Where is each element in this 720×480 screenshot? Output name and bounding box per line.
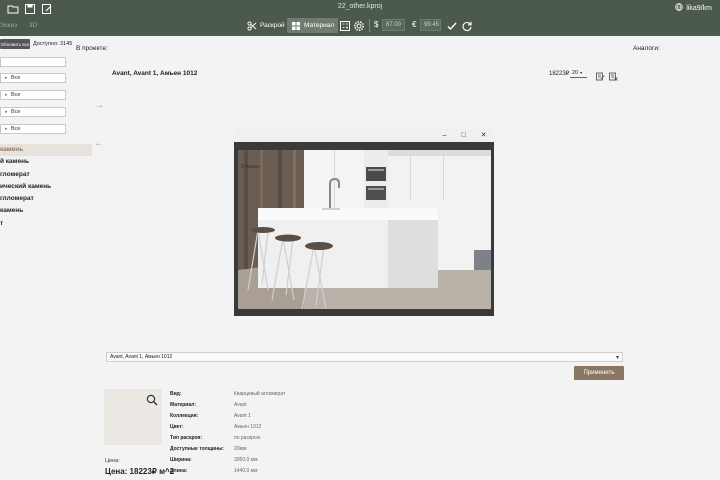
- apply-button[interactable]: Применить: [574, 366, 624, 380]
- chevron-icon: ▸: [5, 75, 8, 81]
- eur-rate-input[interactable]: 99.45: [420, 19, 441, 31]
- check-icon[interactable]: [446, 20, 458, 32]
- search-input[interactable]: [0, 57, 66, 67]
- product-select[interactable]: Avant, Avant 1, Амьен 1012 ▾: [106, 352, 623, 362]
- property-row: Длина: 1440.0 мм: [170, 466, 285, 477]
- filter-select-4-value: Все: [11, 126, 21, 132]
- property-key: Доступные толщины:: [170, 446, 224, 452]
- globe-icon: [675, 3, 684, 13]
- property-value: по раскрою: [234, 435, 261, 441]
- filter-select-3-value: Все: [11, 109, 21, 115]
- calculator-icon[interactable]: [339, 20, 351, 32]
- close-icon[interactable]: ✕: [479, 131, 488, 140]
- category-item[interactable]: й камень: [0, 156, 92, 168]
- price-per-m2: Цена: 18223₽ м^2: [105, 467, 175, 476]
- filter-select-2[interactable]: ▸ Все: [0, 90, 66, 100]
- edit-list-icon[interactable]: [596, 68, 605, 81]
- user-menu[interactable]: lika9/km: [675, 3, 712, 13]
- arrow-left-icon[interactable]: ←: [94, 138, 104, 149]
- property-key: Вид:: [170, 391, 182, 397]
- property-row: Материал: Avant: [170, 400, 285, 411]
- material-button[interactable]: Материал: [287, 18, 339, 33]
- delete-list-icon[interactable]: [609, 68, 618, 81]
- refresh-all-tooltip: Обновить все: [0, 39, 30, 49]
- usd-rate-input[interactable]: 87.00: [382, 19, 405, 31]
- category-item[interactable]: ический камень: [0, 181, 92, 193]
- quantity-value: 20: [572, 69, 579, 76]
- product-select-value: Avant, Avant 1, Амьен 1012: [110, 354, 173, 360]
- property-row: Доступные толщины: 20мм: [170, 444, 285, 455]
- image-viewer-window: – □ ✕ 2 Амьен ›: [234, 129, 494, 316]
- property-key: Тип раскроя:: [170, 435, 203, 441]
- category-item[interactable]: гломерат: [0, 169, 92, 181]
- grid-icon: [292, 21, 300, 30]
- filter-select-2-value: Все: [11, 92, 21, 98]
- window-titlebar: – □ ✕: [234, 129, 494, 142]
- minimize-icon[interactable]: –: [440, 131, 449, 140]
- property-value: Avant: [234, 402, 247, 408]
- property-row: Тип раскроя: по раскрою: [170, 433, 285, 444]
- product-price: 18223₽: [549, 71, 570, 77]
- property-key: Ширина:: [170, 457, 192, 463]
- chevron-icon: ▸: [5, 92, 8, 98]
- category-list: камень й камень гломерат ический камень …: [0, 144, 92, 230]
- category-item[interactable]: т: [0, 218, 92, 230]
- toolbar-divider: [369, 19, 370, 32]
- tab-3d[interactable]: 3D: [29, 22, 37, 29]
- property-row: Цвет: Амьен 1012: [170, 422, 285, 433]
- filter-select-1-value: Все: [11, 75, 21, 81]
- material-label: Материал: [304, 22, 335, 29]
- property-value: 1440.0 мм: [234, 468, 258, 474]
- analogs-label: Аналоги:: [633, 45, 660, 52]
- project-filename: 22_other.kproj: [337, 3, 383, 10]
- price-label: Цена:: [105, 458, 120, 464]
- category-item[interactable]: камень: [0, 144, 92, 157]
- property-row: Вид: Кварцевый агломерат: [170, 389, 285, 400]
- gear-icon[interactable]: [353, 20, 365, 32]
- product-properties: Вид: Кварцевый агломерат Материал: Avant К…: [170, 389, 285, 477]
- property-value: 20мм: [234, 446, 247, 452]
- tab-sketch[interactable]: Эскиз: [0, 22, 17, 29]
- maximize-icon[interactable]: □: [459, 131, 468, 140]
- property-key: Коллекция:: [170, 413, 199, 419]
- category-item[interactable]: глломерат: [0, 193, 92, 205]
- chevron-down-icon: ▾: [615, 355, 619, 361]
- property-value: Амьен 1012: [234, 424, 262, 430]
- property-value: 3050.0 мм: [234, 457, 258, 463]
- available-count: Доступно: 3145: [33, 41, 73, 47]
- kitchen-photo: 2 Амьен ›: [238, 150, 491, 309]
- property-row: Ширина: 3050.0 мм: [170, 455, 285, 466]
- filter-select-4[interactable]: ▸ Все: [0, 124, 66, 134]
- quantity-select[interactable]: 20 ▾: [570, 68, 587, 78]
- product-title: Avant, Avant 1, Амьен 1012: [112, 70, 198, 77]
- chevron-down-icon: ▾: [580, 70, 583, 75]
- chevron-icon: ▸: [5, 109, 8, 115]
- user-name: lika9/km: [686, 4, 712, 12]
- scissors-icon: [247, 20, 257, 31]
- eur-symbol: €: [412, 20, 417, 29]
- in-project-label: В проекте:: [76, 45, 108, 52]
- filter-select-1[interactable]: ▸ Все: [0, 73, 66, 83]
- category-item[interactable]: камень: [0, 205, 92, 217]
- refresh-icon[interactable]: [461, 20, 473, 32]
- property-key: Материал:: [170, 402, 196, 408]
- property-row: Коллекция: Avant 1: [170, 411, 285, 422]
- property-value: Кварцевый агломерат: [234, 391, 286, 397]
- property-key: Цвет:: [170, 424, 184, 430]
- search-icon[interactable]: [146, 393, 158, 406]
- property-key: Длина:: [170, 468, 188, 474]
- top-toolbar: 22_other.kproj lika9/km Эскиз 3D Раскрой…: [0, 0, 720, 36]
- image-caption: 2 Амьен: [241, 164, 261, 170]
- raskroi-label: Раскрой: [260, 22, 285, 29]
- chevron-right-icon[interactable]: ›: [480, 225, 483, 234]
- arrow-right-icon[interactable]: →: [94, 100, 104, 111]
- property-value: Avant 1: [234, 413, 251, 419]
- usd-symbol: $: [374, 20, 379, 29]
- raskroi-button[interactable]: Раскрой: [243, 18, 289, 33]
- filter-select-3[interactable]: ▸ Все: [0, 107, 66, 117]
- chevron-icon: ▸: [5, 126, 8, 132]
